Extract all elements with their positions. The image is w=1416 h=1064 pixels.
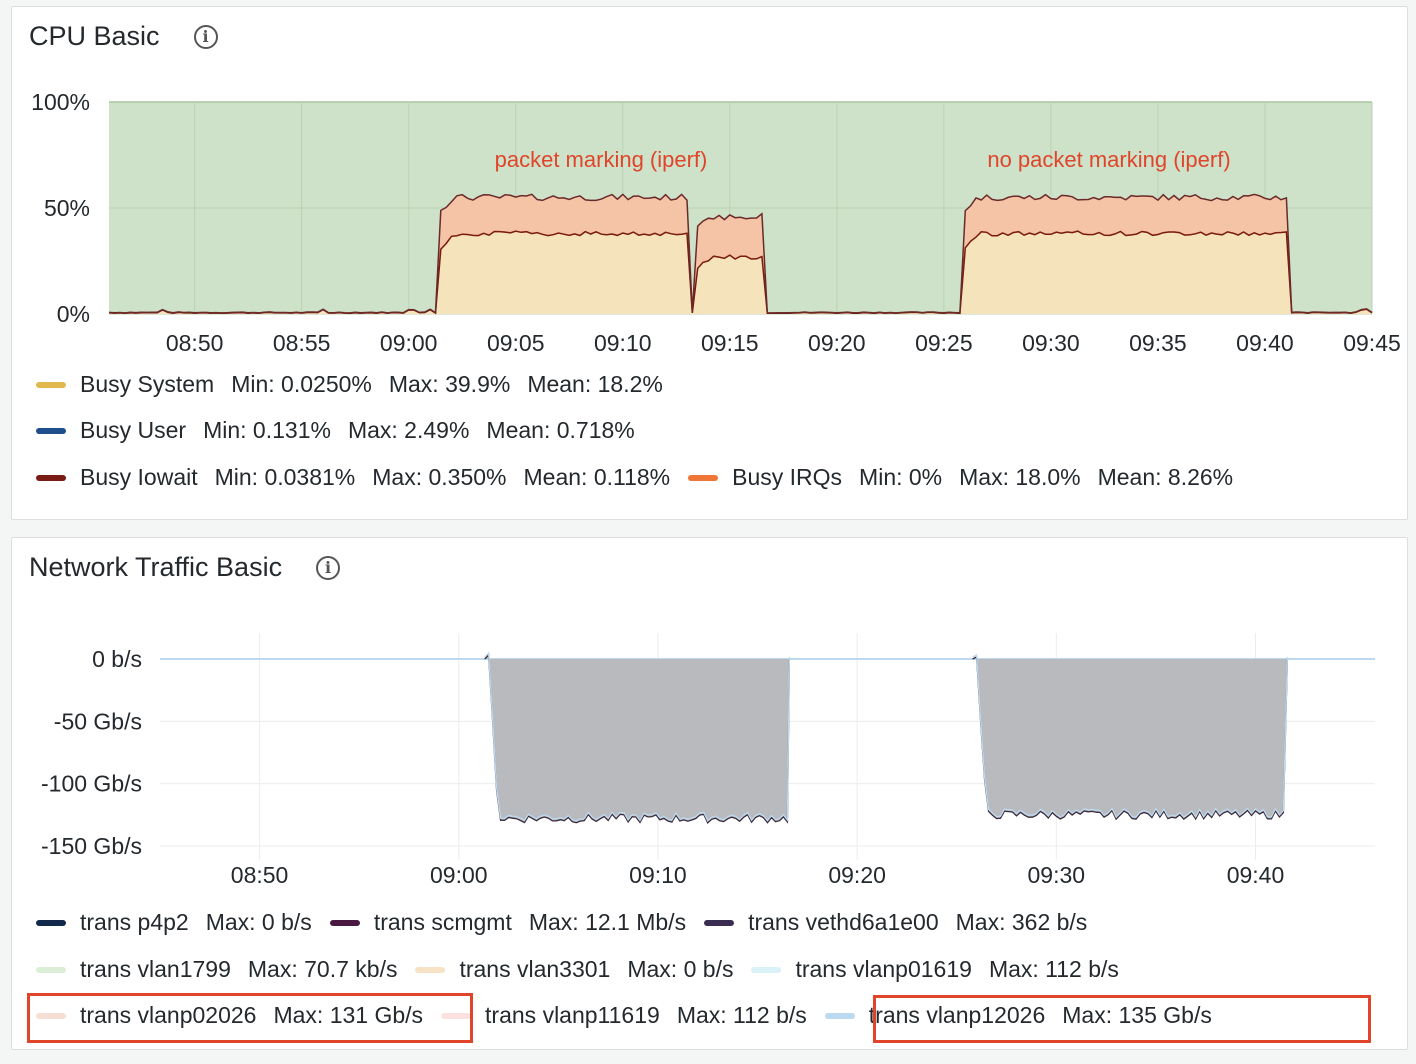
cpu-legend-row-2: Busy User Min: 0.131% Max: 2.49% Mean: 0… [36,417,653,444]
cpu-legend-row-3: Busy Iowait Min: 0.0381% Max: 0.350% Mea… [36,464,1251,491]
legend-label: trans vlanp11619 [485,1002,660,1028]
legend-max: Max: 18.0% [959,464,1081,490]
y-tick-label: -100 Gb/s [41,771,142,797]
legend-swatch [36,474,66,481]
legend-max: Max: 0 b/s [205,909,312,935]
y-tick-label: -150 Gb/s [41,833,142,859]
legend-item-trans-vethd6a1e00[interactable]: trans vethd6a1e00 Max: 362 b/s [704,909,1087,936]
legend-min: Min: 0% [859,464,943,490]
network-traffic-panel: Network Traffic Basic i 08:50 09:00 09:10 0… [11,537,1408,1050]
x-tick-label: 09:20 [808,330,866,356]
annotation-packet-marking: packet marking (iperf) [495,147,708,172]
legend-item-trans-vlan3301[interactable]: trans vlan3301 Max: 0 b/s [415,956,733,983]
legend-label: trans vlanp01619 [795,956,972,982]
legend-label: trans vethd6a1e00 [748,909,939,935]
legend-mean: Mean: 18.2% [527,371,663,397]
legend-mean: Mean: 8.26% [1097,464,1234,490]
x-tick-label: 09:40 [1227,862,1285,888]
legend-item-trans-p4p2[interactable]: trans p4p2 Max: 0 b/s [36,909,312,936]
legend-swatch [36,966,66,973]
legend-item-busy-iowait[interactable]: Busy Iowait Min: 0.0381% Max: 0.350% Mea… [36,464,670,491]
legend-swatch [704,919,735,926]
legend-swatch [329,919,360,926]
legend-max: Max: 12.1 Mb/s [528,909,687,935]
legend-max: Max: 0 b/s [627,956,734,982]
legend-swatch [415,966,446,973]
x-tick-label: 08:50 [231,862,289,888]
legend-min: Min: 0.0250% [231,371,372,397]
legend-max: Max: 0.350% [372,464,507,490]
cpu-legend-row-1: Busy System Min: 0.0250% Max: 39.9% Mean… [36,371,681,398]
x-tick-label: 09:30 [1022,330,1080,356]
legend-mean: Mean: 0.718% [486,417,635,443]
legend-max: Max: 70.7 kb/s [247,956,398,982]
legend-min: Min: 0.131% [203,417,331,443]
legend-item-busy-user[interactable]: Busy User Min: 0.131% Max: 2.49% Mean: 0… [36,417,635,444]
legend-label: Busy IRQs [732,464,843,490]
net-legend-row-2: trans vlan1799 Max: 70.7 kb/s trans vlan… [36,956,1137,983]
x-tick-label: 09:45 [1343,330,1401,356]
legend-item-trans-vlan1799[interactable]: trans vlan1799 Max: 70.7 kb/s [36,956,397,983]
legend-label: Busy System [80,371,215,397]
cpu-basic-panel: CPU Basic i 08:50 08:55 09:00 09:05 09:10 09:… [11,6,1408,520]
legend-mean: Mean: 0.118% [523,464,671,490]
legend-label: Busy User [80,417,187,443]
legend-swatch [36,919,66,926]
legend-label: trans p4p2 [80,909,189,935]
legend-min: Min: 0.0381% [214,464,356,490]
legend-swatch [824,1012,855,1019]
x-tick-label: 09:30 [1028,862,1086,888]
legend-label: trans vlan3301 [459,956,611,982]
legend-swatch [36,381,66,388]
legend-label: Busy Iowait [80,464,198,490]
legend-item-trans-vlanp01619[interactable]: trans vlanp01619 Max: 112 b/s [751,956,1119,983]
legend-label: trans vlan1799 [80,956,231,982]
x-tick-label: 08:55 [273,330,331,356]
legend-item-busy-system[interactable]: Busy System Min: 0.0250% Max: 39.9% Mean… [36,371,663,398]
legend-item-trans-scmgmt[interactable]: trans scmgmt Max: 12.1 Mb/s [329,909,687,936]
legend-swatch [688,474,719,481]
legend-max: Max: 39.9% [388,371,511,397]
y-tick-label: -50 Gb/s [54,708,142,734]
x-tick-label: 09:10 [594,330,652,356]
traffic-area-2 [972,656,1288,820]
legend-item-trans-vlanp11619[interactable]: trans vlanp11619 Max: 112 b/s [441,1002,807,1029]
y-tick-label: 0 b/s [92,646,142,672]
x-tick-label: 09:25 [915,330,973,356]
y-tick-label: 100% [31,89,90,115]
net-legend-row-1: trans p4p2 Max: 0 b/s trans scmgmt Max: … [36,909,1105,936]
x-tick-label: 09:40 [1236,330,1294,356]
y-tick-label: 50% [44,195,90,221]
annotation-no-packet-marking: no packet marking (iperf) [987,147,1230,172]
x-tick-label: 08:50 [166,330,224,356]
x-tick-label: 09:35 [1129,330,1187,356]
legend-max: Max: 362 b/s [955,909,1088,935]
legend-max: Max: 2.49% [347,417,470,443]
legend-max: Max: 112 b/s [988,956,1119,982]
traffic-area-1 [484,655,790,823]
legend-swatch [36,427,66,434]
legend-swatch [751,966,782,973]
y-tick-label: 0% [57,301,90,327]
x-tick-label: 09:15 [701,330,759,356]
x-tick-label: 09:05 [487,330,545,356]
highlight-box-vlanp12026 [873,995,1371,1043]
cpu-chart[interactable]: 08:50 08:55 09:00 09:05 09:10 09:15 09:20 09:25… [12,7,1409,357]
legend-max: Max: 112 b/s [676,1002,807,1028]
highlight-box-vlanp02026 [27,993,473,1043]
x-tick-label: 09:00 [380,330,438,356]
x-tick-label: 09:20 [828,862,886,888]
legend-item-busy-irqs[interactable]: Busy IRQs Min: 0% Max: 18.0% Mean: 8.26% [688,464,1233,491]
network-chart[interactable]: 08:50 09:00 09:10 09:20 09:30 09:40 0 b/s -50 G… [12,538,1409,893]
x-tick-label: 09:00 [430,862,488,888]
x-tick-label: 09:10 [629,862,687,888]
legend-label: trans scmgmt [373,909,512,935]
